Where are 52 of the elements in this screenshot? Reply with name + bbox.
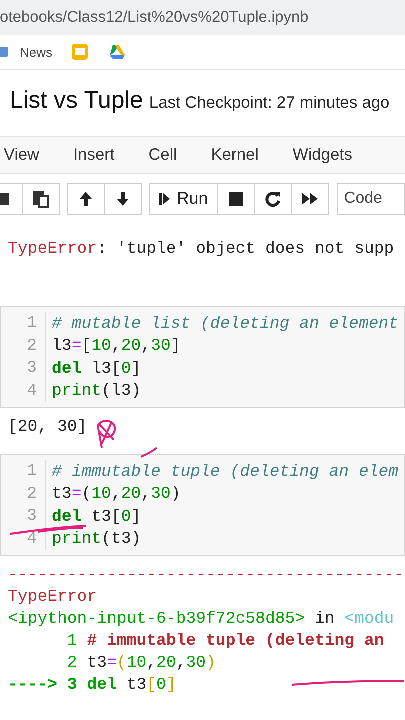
paste-icon bbox=[32, 190, 50, 208]
code-line: print(t3) bbox=[52, 529, 142, 548]
folder-icon bbox=[0, 45, 10, 59]
menu-item[interactable]: Insert bbox=[73, 146, 115, 164]
down-button[interactable] bbox=[104, 183, 142, 215]
code-line: # immutable tuple (deleting an elem bbox=[52, 462, 399, 481]
pen-tick-drawing bbox=[140, 447, 158, 459]
output-line: [20, 30] bbox=[8, 416, 88, 438]
output-line: 1 # immutable tuple (deleting an bbox=[66, 630, 384, 652]
bookmark-link[interactable]: News bbox=[0, 44, 53, 60]
line-number: 4 bbox=[1, 528, 46, 550]
restart-button[interactable] bbox=[254, 183, 292, 215]
arrow-up-icon bbox=[78, 190, 94, 208]
line-number: 2 bbox=[1, 334, 46, 357]
code-line: t3=(10,20,30) bbox=[52, 484, 181, 504]
fastforward-button[interactable] bbox=[291, 183, 330, 215]
code-line: l3=[10,20,30] bbox=[52, 336, 181, 356]
menu-item[interactable]: Widgets bbox=[292, 146, 352, 164]
output-line: <ipython-input-6-b39f72c58d85> in <modu bbox=[8, 608, 394, 630]
output-line: 2 t3=(10,20,30) bbox=[66, 652, 216, 674]
cell-type-dropdown[interactable]: Code bbox=[337, 183, 405, 215]
stop-icon bbox=[228, 191, 244, 207]
code-line: del l3[0] bbox=[52, 358, 142, 378]
line-number: 1 bbox=[1, 312, 46, 334]
output-line: ---------------------------------------- bbox=[8, 564, 404, 586]
menu-item[interactable]: Cell bbox=[148, 146, 178, 164]
line-number: 2 bbox=[1, 482, 46, 505]
line-number: 1 bbox=[1, 460, 46, 482]
code-line: print(l3) bbox=[52, 381, 142, 400]
code-line: del t3[0] bbox=[52, 506, 142, 526]
error-output-line: TypeError: 'tuple' object does not supp bbox=[8, 239, 396, 258]
run-button[interactable]: Run bbox=[149, 183, 218, 215]
fast-forward-icon bbox=[301, 191, 320, 207]
code-cell[interactable]: 1 # mutable list (deleting an element 2 l3=[10,20,30] 3 del l3[0] 4 print(l3) bbox=[0, 306, 405, 408]
restart-icon bbox=[265, 191, 282, 207]
output-line: TypeError bbox=[8, 586, 98, 608]
address-bar[interactable]: otebooks/Class12/List%20vs%20Tuple.ipynb bbox=[0, 0, 405, 35]
line-number: 3 bbox=[1, 357, 46, 380]
notebook-title[interactable]: List vs Tuple bbox=[10, 87, 144, 115]
step-icon bbox=[159, 191, 171, 207]
code-cell[interactable]: 1 # immutable tuple (deleting an elem 2 t3=(10,20,30) 3 del t3[0] 4 print(t3) bbox=[0, 454, 405, 556]
line-number: 4 bbox=[1, 380, 46, 402]
arrow-down-icon bbox=[115, 190, 131, 208]
stop-button[interactable] bbox=[217, 183, 256, 215]
menu-item[interactable]: Kernel bbox=[211, 146, 259, 164]
paste-button[interactable] bbox=[22, 183, 60, 215]
code-line: # mutable list (deleting an element bbox=[52, 314, 399, 333]
output-line: ----> 3 del t3[0] bbox=[8, 674, 176, 696]
up-button[interactable] bbox=[67, 183, 105, 215]
line-number: 3 bbox=[1, 505, 46, 528]
checkpoint-text: Last Checkpoint: 27 minutes ago bbox=[149, 94, 390, 113]
menu-item[interactable]: View bbox=[4, 146, 40, 164]
